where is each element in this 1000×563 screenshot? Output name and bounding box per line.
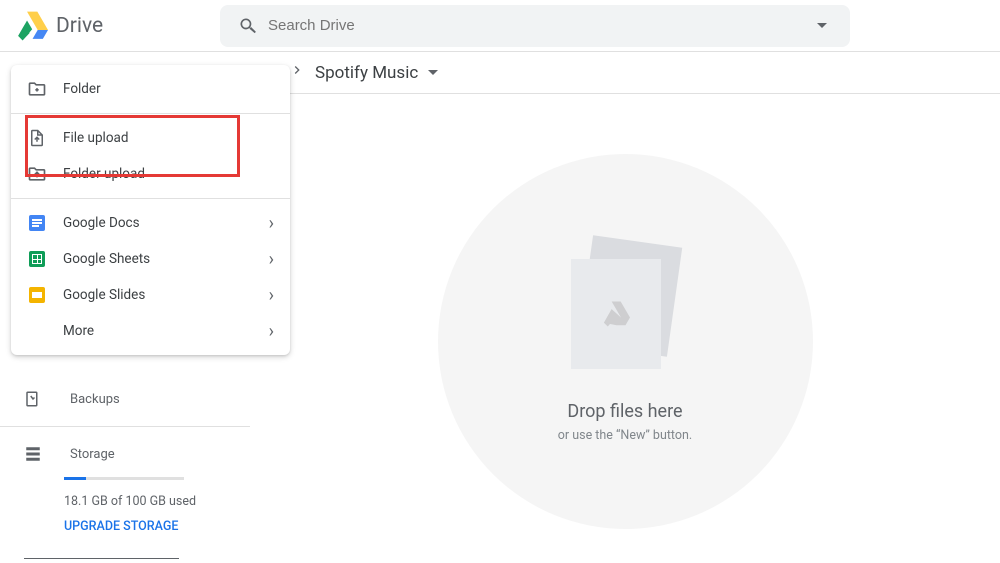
search-input[interactable]: [268, 17, 802, 34]
empty-state: Drop files here or use the “New” button.: [250, 154, 1000, 529]
new-context-menu: Folder File upload Folder upload Google …: [11, 65, 290, 355]
empty-illustration: [565, 241, 685, 381]
more-icon: [27, 321, 47, 341]
google-docs-icon: [27, 213, 47, 233]
search-bar[interactable]: [220, 5, 850, 47]
google-sheets-icon: [27, 249, 47, 269]
file-upload-icon: [27, 128, 47, 148]
menu-label: Google Slides: [63, 287, 253, 303]
chevron-right-icon: ›: [269, 285, 274, 306]
folder-plus-icon: [27, 79, 47, 99]
drive-logo-icon: [16, 11, 48, 41]
chevron-right-icon: ›: [269, 321, 274, 342]
google-slides-icon: [27, 285, 47, 305]
search-options-icon[interactable]: [802, 23, 842, 28]
storage-used-text: 18.1 GB of 100 GB used: [64, 494, 226, 509]
storage-progress-bar: [64, 477, 184, 480]
menu-item-more[interactable]: More ›: [11, 313, 290, 349]
chevron-right-icon: ›: [269, 249, 274, 270]
menu-label: Folder upload: [63, 166, 274, 182]
dropdown-arrow-icon: [428, 70, 438, 75]
storage-icon: [24, 445, 42, 463]
sidebar-item-backups[interactable]: Backups: [0, 382, 250, 416]
backups-icon: [24, 390, 42, 408]
menu-label: Google Docs: [63, 215, 253, 231]
menu-label: Folder: [63, 81, 274, 97]
menu-divider: [11, 198, 290, 199]
empty-circle[interactable]: Drop files here or use the “New” button.: [438, 154, 813, 529]
upgrade-storage-link[interactable]: UPGRADE STORAGE: [64, 519, 226, 534]
storage-label: Storage: [70, 447, 115, 462]
drive-mini-icon: [602, 301, 630, 327]
folder-upload-icon: [27, 164, 47, 184]
breadcrumb: e Spotify Music: [250, 52, 1000, 94]
menu-label: File upload: [63, 130, 274, 146]
sidebar-bottom-line: [24, 558, 179, 559]
storage-progress-fill: [64, 477, 86, 480]
sidebar-item-storage[interactable]: Storage: [0, 437, 250, 471]
empty-title: Drop files here: [567, 401, 682, 422]
logo-area[interactable]: Drive: [16, 11, 216, 41]
breadcrumb-current[interactable]: Spotify Music: [315, 63, 438, 83]
menu-item-google-sheets[interactable]: Google Sheets ›: [11, 241, 290, 277]
content: e Spotify Music: [250, 52, 1000, 563]
menu-item-google-slides[interactable]: Google Slides ›: [11, 277, 290, 313]
menu-item-google-docs[interactable]: Google Docs ›: [11, 205, 290, 241]
storage-details: 18.1 GB of 100 GB used UPGRADE STORAGE: [0, 471, 250, 534]
menu-item-new-folder[interactable]: Folder: [11, 71, 290, 107]
search-icon[interactable]: [228, 16, 268, 36]
header: Drive: [0, 0, 1000, 52]
menu-divider: [11, 113, 290, 114]
chevron-right-icon: ›: [269, 213, 274, 234]
sidebar-divider: [0, 426, 250, 427]
empty-subtitle: or use the “New” button.: [558, 428, 692, 443]
menu-item-file-upload[interactable]: File upload: [11, 120, 290, 156]
app-name: Drive: [56, 14, 103, 38]
menu-label: Google Sheets: [63, 251, 253, 267]
menu-label: More: [63, 323, 253, 339]
menu-item-folder-upload[interactable]: Folder upload: [11, 156, 290, 192]
chevron-right-icon: [289, 62, 305, 83]
breadcrumb-current-text: Spotify Music: [315, 63, 418, 83]
backups-label: Backups: [70, 392, 120, 407]
